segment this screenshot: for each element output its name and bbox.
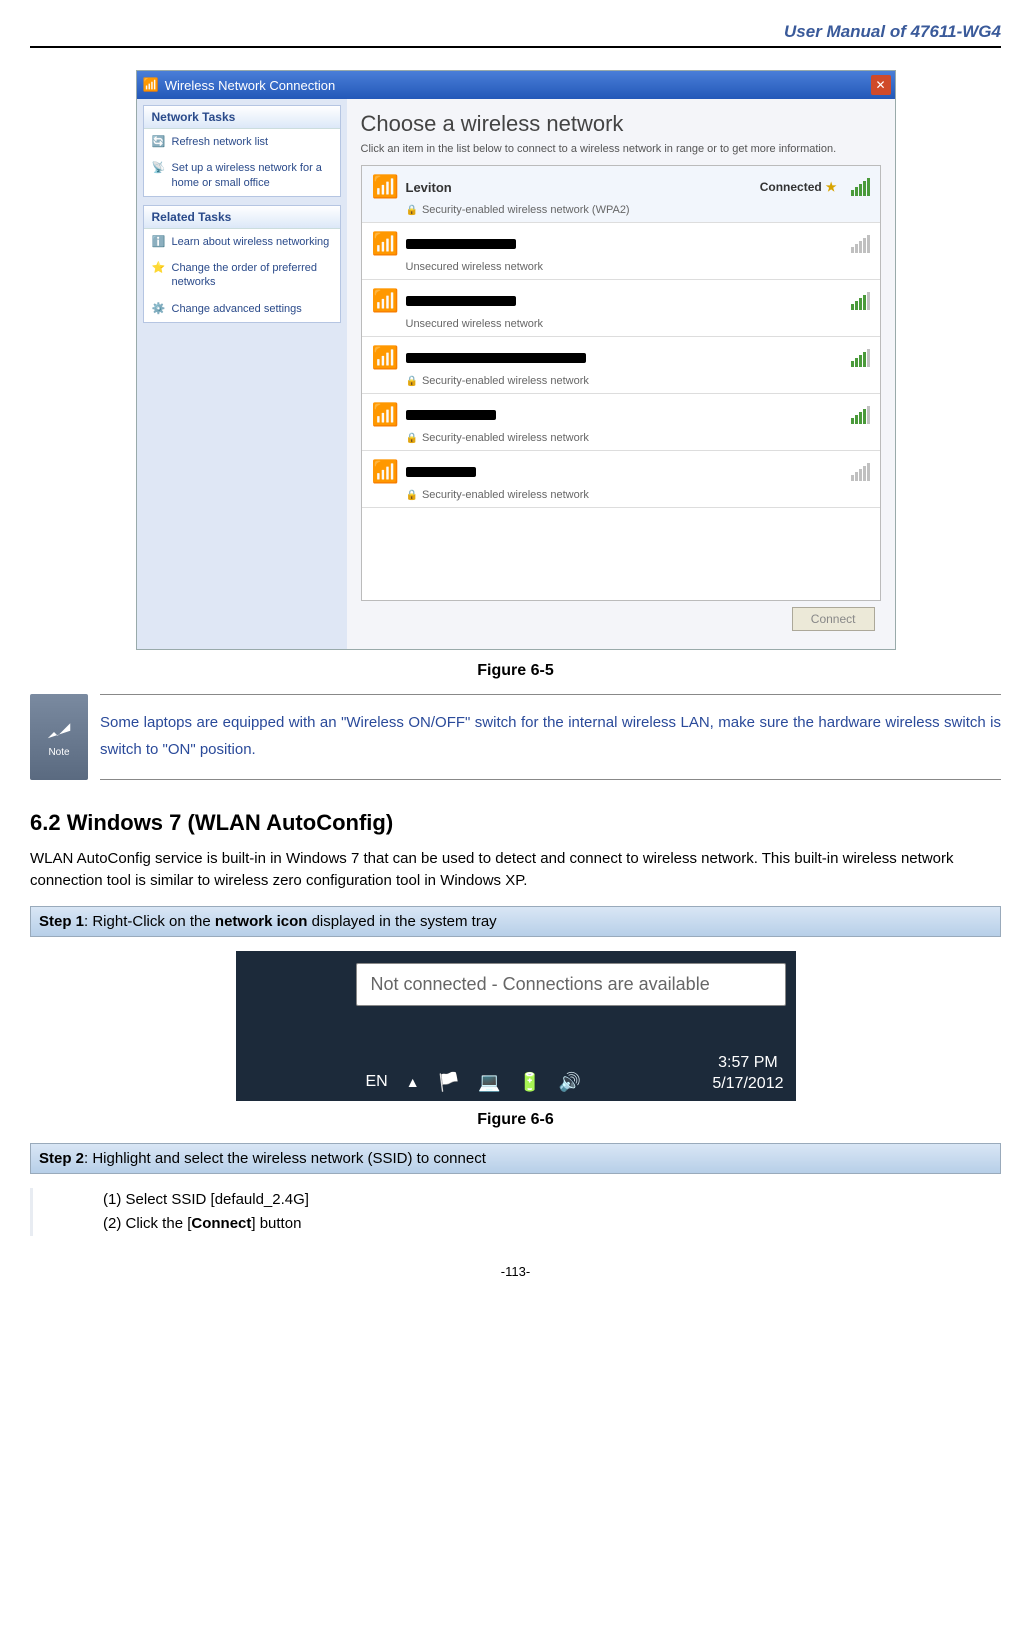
wifi-window-icon: 📶 bbox=[143, 77, 159, 93]
note-text: Some laptops are equipped with an "Wirel… bbox=[100, 694, 1001, 780]
step-2-text: : Highlight and select the wireless netw… bbox=[84, 1150, 486, 1167]
window-main-sub: Click an item in the list below to conne… bbox=[361, 143, 881, 155]
figure-6-6-image: Not connected - Connections are availabl… bbox=[236, 951, 796, 1101]
lock-icon: 🔒 bbox=[406, 376, 418, 387]
info-icon: ℹ️ bbox=[152, 235, 166, 249]
signal-icon bbox=[851, 463, 870, 481]
sidebar: Network Tasks 🔄 Refresh network list 📡 S… bbox=[137, 99, 347, 649]
sidebar-item-advanced[interactable]: ⚙️ Change advanced settings bbox=[144, 296, 340, 322]
sidebar-group-related-tasks: Related Tasks ℹ️ Learn about wireless ne… bbox=[143, 205, 341, 323]
lock-icon: 🔒 bbox=[406, 490, 418, 501]
tray-lang: EN bbox=[366, 1073, 388, 1091]
sidebar-group-title: Network Tasks bbox=[144, 106, 340, 129]
network-item[interactable]: 📶 Unsecured wireless network bbox=[362, 223, 880, 280]
signal-icon bbox=[851, 235, 870, 253]
network-desc: 🔒 Security-enabled wireless network (WPA… bbox=[406, 204, 870, 216]
connected-star-icon: ★ bbox=[826, 180, 837, 194]
step-1-bold: network icon bbox=[215, 913, 308, 930]
section-6-2-heading: 6.2 Windows 7 (WLAN AutoConfig) bbox=[30, 810, 1001, 836]
star-icon: ⭐ bbox=[152, 261, 166, 275]
network-name: Leviton bbox=[406, 180, 452, 195]
lock-icon: 🔒 bbox=[406, 205, 418, 216]
window-main-heading: Choose a wireless network bbox=[361, 111, 881, 137]
flag-icon[interactable]: 🏳️ bbox=[438, 1072, 460, 1093]
window-titlebar: 📶 Wireless Network Connection ✕ bbox=[137, 71, 895, 99]
sidebar-group-title: Related Tasks bbox=[144, 206, 340, 229]
doc-title: User Manual of 47611-WG4 bbox=[784, 22, 1001, 42]
signal-icon bbox=[851, 178, 870, 196]
system-tray: EN ▲ 🏳️ 💻 🔋 🔊 bbox=[366, 1072, 582, 1093]
wifi-icon: 📶 bbox=[372, 345, 398, 371]
network-item[interactable]: 📶 Unsecured wireless network bbox=[362, 280, 880, 337]
section-6-2-paragraph: WLAN AutoConfig service is built-in in W… bbox=[30, 848, 1001, 892]
network-desc: Unsecured wireless network bbox=[406, 318, 870, 330]
substep-1: (1) Select SSID [defauld_2.4G] bbox=[103, 1188, 1001, 1212]
sidebar-item-setup[interactable]: 📡 Set up a wireless network for a home o… bbox=[144, 155, 340, 196]
signal-icon bbox=[851, 406, 870, 424]
sidebar-item-refresh[interactable]: 🔄 Refresh network list bbox=[144, 129, 340, 155]
signal-icon bbox=[851, 349, 870, 367]
lock-icon: 🔒 bbox=[406, 433, 418, 444]
sidebar-item-order[interactable]: ⭐ Change the order of preferred networks bbox=[144, 255, 340, 296]
step-2-bar: Step 2: Highlight and select the wireles… bbox=[30, 1143, 1001, 1174]
gear-icon: ⚙️ bbox=[152, 302, 166, 316]
sidebar-item-label: Change advanced settings bbox=[172, 302, 302, 316]
network-name-redacted bbox=[406, 353, 586, 363]
volume-icon[interactable]: 🔊 bbox=[559, 1072, 581, 1093]
network-list: 📶 Leviton Connected ★ 🔒 Security-enabled… bbox=[361, 165, 881, 601]
wifi-icon: 📶 bbox=[372, 174, 398, 200]
network-item[interactable]: 📶 🔒Security-enabled wireless network bbox=[362, 394, 880, 451]
wifi-icon: 📶 bbox=[372, 402, 398, 428]
network-status: Connected ★ bbox=[760, 180, 837, 194]
signal-icon bbox=[851, 292, 870, 310]
step-1-label: Step 1 bbox=[39, 913, 84, 930]
tray-time-text: 3:57 PM bbox=[712, 1053, 783, 1074]
network-desc: 🔒Security-enabled wireless network bbox=[406, 489, 870, 501]
step-1-text-b: displayed in the system tray bbox=[307, 913, 496, 930]
network-name-redacted bbox=[406, 239, 516, 249]
antenna-icon: 📡 bbox=[152, 161, 166, 175]
window-title-text: Wireless Network Connection bbox=[165, 78, 336, 93]
sidebar-item-label: Refresh network list bbox=[172, 135, 269, 149]
step-1-text-a: : Right-Click on the bbox=[84, 913, 215, 930]
tray-tooltip: Not connected - Connections are availabl… bbox=[356, 963, 786, 1006]
sidebar-item-label: Learn about wireless networking bbox=[172, 235, 330, 249]
step-1-bar: Step 1: Right-Click on the network icon … bbox=[30, 906, 1001, 937]
sidebar-item-label: Set up a wireless network for a home or … bbox=[172, 161, 332, 190]
tray-clock[interactable]: 3:57 PM 5/17/2012 bbox=[712, 1053, 783, 1095]
page-number: -113- bbox=[30, 1264, 1001, 1279]
step-2-label: Step 2 bbox=[39, 1150, 84, 1167]
chevron-up-icon[interactable]: ▲ bbox=[406, 1074, 420, 1090]
figure-6-5-window: 📶 Wireless Network Connection ✕ Network … bbox=[136, 70, 896, 650]
wifi-icon: 📶 bbox=[372, 459, 398, 485]
network-name-redacted bbox=[406, 467, 476, 477]
sidebar-item-label: Change the order of preferred networks bbox=[172, 261, 332, 290]
refresh-icon: 🔄 bbox=[152, 135, 166, 149]
tray-date-text: 5/17/2012 bbox=[712, 1074, 783, 1095]
battery-icon[interactable]: 🔋 bbox=[518, 1072, 540, 1093]
sidebar-item-learn[interactable]: ℹ️ Learn about wireless networking bbox=[144, 229, 340, 255]
network-desc: 🔒Security-enabled wireless network bbox=[406, 375, 870, 387]
note-icon: Note bbox=[30, 694, 88, 780]
network-tray-icon[interactable]: 💻 bbox=[478, 1072, 500, 1093]
wifi-icon: 📶 bbox=[372, 231, 398, 257]
network-item[interactable]: 📶 🔒Security-enabled wireless network bbox=[362, 337, 880, 394]
figure-6-5-caption: Figure 6-5 bbox=[30, 662, 1001, 680]
substep-2: (2) Click the [Connect] button bbox=[103, 1212, 1001, 1236]
network-name-redacted bbox=[406, 410, 496, 420]
header-rule: User Manual of 47611-WG4 bbox=[30, 46, 1001, 48]
network-item[interactable]: 📶 🔒Security-enabled wireless network bbox=[362, 451, 880, 508]
close-icon[interactable]: ✕ bbox=[871, 75, 891, 95]
figure-6-6-caption: Figure 6-6 bbox=[30, 1111, 1001, 1129]
step-2-substeps: (1) Select SSID [defauld_2.4G] (2) Click… bbox=[103, 1188, 1001, 1236]
network-desc: Unsecured wireless network bbox=[406, 261, 870, 273]
sidebar-group-network-tasks: Network Tasks 🔄 Refresh network list 📡 S… bbox=[143, 105, 341, 197]
note-box: Note Some laptops are equipped with an "… bbox=[30, 694, 1001, 780]
network-item[interactable]: 📶 Leviton Connected ★ 🔒 Security-enabled… bbox=[362, 166, 880, 223]
window-main: Choose a wireless network Click an item … bbox=[347, 99, 895, 649]
wifi-icon: 📶 bbox=[372, 288, 398, 314]
connect-button[interactable]: Connect bbox=[792, 607, 875, 631]
network-desc: 🔒Security-enabled wireless network bbox=[406, 432, 870, 444]
network-name-redacted bbox=[406, 296, 516, 306]
